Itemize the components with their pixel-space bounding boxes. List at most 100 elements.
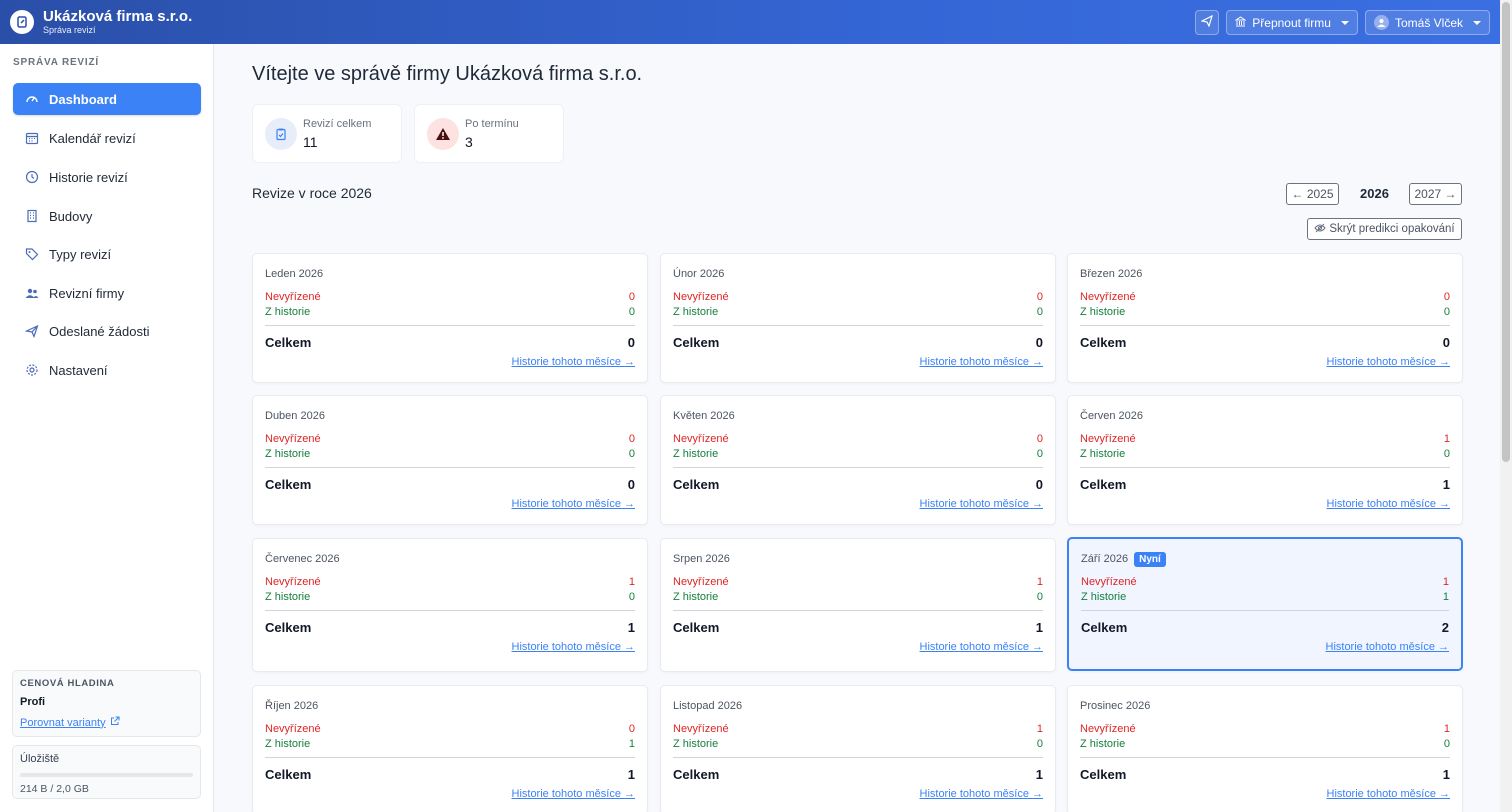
sidebar-item-label: Revizní firmy — [49, 285, 125, 301]
month-title: Listopad 2026 — [673, 699, 1043, 713]
pending-count: 0 — [628, 290, 635, 303]
pending-row: Nevyřízené 1 — [1081, 574, 1449, 589]
next-year-button[interactable]: 2027 → — [1409, 183, 1462, 205]
user-menu-button[interactable]: Tomáš Vlček — [1364, 10, 1490, 35]
sidebar-item-buildings[interactable]: Budovy — [13, 200, 201, 232]
history-label: Z historie — [1080, 447, 1126, 460]
pending-row: Nevyřízené 0 — [265, 431, 635, 446]
chevron-down-icon — [1340, 20, 1349, 25]
total-row: Celkem 1 — [265, 766, 635, 782]
history-label: Z historie — [1080, 737, 1126, 750]
gear-icon — [25, 363, 39, 377]
switch-company-label: Přepnout firmu — [1252, 15, 1331, 30]
divider — [673, 467, 1043, 468]
sidebar-item-label: Nastavení — [49, 362, 108, 378]
switch-company-button[interactable]: Přepnout firmu — [1226, 10, 1358, 35]
pricing-plan-name: Profi — [20, 696, 46, 708]
pending-row: Nevyřízené 0 — [265, 289, 635, 304]
divider — [1081, 610, 1449, 611]
month-card: Červen 2026 Nevyřízené 1 Z historie 0 Celkem 1… — [1067, 395, 1463, 525]
tag-icon — [25, 247, 39, 261]
compare-plans-link[interactable]: Porovnat varianty — [20, 716, 193, 729]
sidebar-item-dashboard[interactable]: Dashboard — [13, 83, 201, 115]
pending-label: Nevyřízené — [673, 722, 729, 735]
sidebar-item-revision-companies[interactable]: Revizní firmy — [13, 277, 201, 309]
sidebar-item-settings[interactable]: Nastavení — [13, 354, 201, 386]
app-logo-icon — [10, 10, 34, 34]
history-row: Z historie 0 — [1080, 304, 1450, 319]
history-row: Z historie 0 — [673, 589, 1043, 604]
pending-label: Nevyřízené — [1080, 722, 1136, 735]
history-row: Z historie 0 — [673, 304, 1043, 319]
brand[interactable]: Ukázková firma s.r.o. Správa revizí — [0, 9, 192, 35]
clipboard-check-icon — [265, 117, 297, 150]
history-label: Z historie — [265, 447, 311, 460]
month-title: Červenec 2026 — [265, 552, 635, 566]
month-card: Únor 2026 Nevyřízené 0 Z historie 0 Celkem 0 Hi… — [660, 253, 1056, 383]
history-row: Z historie 1 — [265, 736, 635, 751]
total-count: 1 — [1035, 766, 1043, 782]
month-card: Září 2026 Nyní Nevyřízené 1 Z historie 1 Celke… — [1067, 537, 1463, 671]
pending-count: 1 — [1442, 575, 1449, 588]
current-year: 2026 — [1360, 186, 1389, 201]
send-request-button[interactable] — [1195, 10, 1220, 35]
pending-count: 0 — [1036, 432, 1043, 445]
month-title: Březen 2026 — [1080, 267, 1450, 281]
month-title: Duben 2026 — [265, 409, 635, 423]
month-title: Září 2026 Nyní — [1081, 551, 1449, 567]
month-name: Červen 2026 — [1080, 410, 1143, 422]
history-label: Z historie — [673, 737, 719, 750]
month-history-link[interactable]: Historie tohoto měsíce → — [673, 788, 1044, 800]
sidebar-item-history[interactable]: Historie revizí — [13, 161, 201, 193]
month-name: Květen 2026 — [673, 410, 735, 422]
gauge-icon — [25, 92, 39, 106]
sidebar-item-sent-requests[interactable]: Odeslané žádosti — [13, 315, 201, 347]
stat-label: Po termínu — [465, 117, 519, 130]
pending-count: 0 — [1443, 290, 1450, 303]
pending-count: 0 — [628, 432, 635, 445]
pending-label: Nevyřízené — [673, 290, 729, 303]
month-history-link[interactable]: Historie tohoto měsíce → — [265, 498, 636, 510]
month-history-link[interactable]: Historie tohoto měsíce → — [1080, 498, 1451, 510]
pending-row: Nevyřízené 1 — [673, 721, 1043, 736]
history-label: Z historie — [673, 590, 719, 603]
stat-label: Revizí celkem — [303, 117, 372, 130]
month-history-link[interactable]: Historie tohoto měsíce → — [673, 498, 1044, 510]
total-label: Celkem — [1080, 476, 1127, 492]
month-history-link[interactable]: Historie tohoto měsíce → — [265, 641, 636, 653]
history-row: Z historie 0 — [673, 736, 1043, 751]
pending-label: Nevyřízené — [265, 290, 321, 303]
pending-label: Nevyřízené — [673, 432, 729, 445]
month-history-link[interactable]: Historie tohoto měsíce → — [265, 356, 636, 368]
month-history-link[interactable]: Historie tohoto měsíce → — [1080, 356, 1451, 368]
page-scrollbar[interactable] — [1500, 0, 1512, 812]
total-count: 1 — [627, 619, 635, 635]
sidebar-item-calendar[interactable]: Kalendář revizí — [13, 122, 201, 154]
pending-row: Nevyřízené 1 — [265, 574, 635, 589]
company-name: Ukázková firma s.r.o. — [43, 8, 193, 25]
sidebar-item-revision-types[interactable]: Typy revizí — [13, 238, 201, 270]
month-card: Listopad 2026 Nevyřízené 1 Z historie 0 Celke… — [660, 685, 1056, 812]
history-count: 0 — [1036, 590, 1043, 603]
month-card: Březen 2026 Nevyřízené 0 Z historie 0 Celkem 0… — [1067, 253, 1463, 383]
month-history-link[interactable]: Historie tohoto měsíce → — [1081, 641, 1450, 653]
hide-prediction-button[interactable]: Skrýt predikci opakování — [1307, 218, 1462, 240]
month-history-link[interactable]: Historie tohoto měsíce → — [1080, 788, 1451, 800]
month-name: Listopad 2026 — [673, 700, 743, 712]
month-history-link[interactable]: Historie tohoto měsíce → — [673, 356, 1044, 368]
month-history-link[interactable]: Historie tohoto měsíce → — [265, 788, 636, 800]
history-label: Z historie — [673, 447, 719, 460]
history-count: 0 — [628, 305, 635, 318]
prev-year-button[interactable]: ← 2025 — [1286, 183, 1339, 205]
month-card: Leden 2026 Nevyřízené 0 Z historie 0 Celkem 0 H… — [252, 253, 648, 383]
divider — [265, 757, 635, 758]
history-label: Z historie — [265, 305, 311, 318]
total-label: Celkem — [1080, 334, 1127, 350]
total-count: 1 — [627, 766, 635, 782]
total-label: Celkem — [265, 476, 312, 492]
month-history-link[interactable]: Historie tohoto měsíce → — [673, 641, 1044, 653]
scrollbar-thumb[interactable] — [1502, 2, 1510, 462]
history-count: 0 — [1036, 447, 1043, 460]
total-label: Celkem — [265, 766, 312, 782]
sidebar-item-label: Dashboard — [49, 91, 117, 107]
